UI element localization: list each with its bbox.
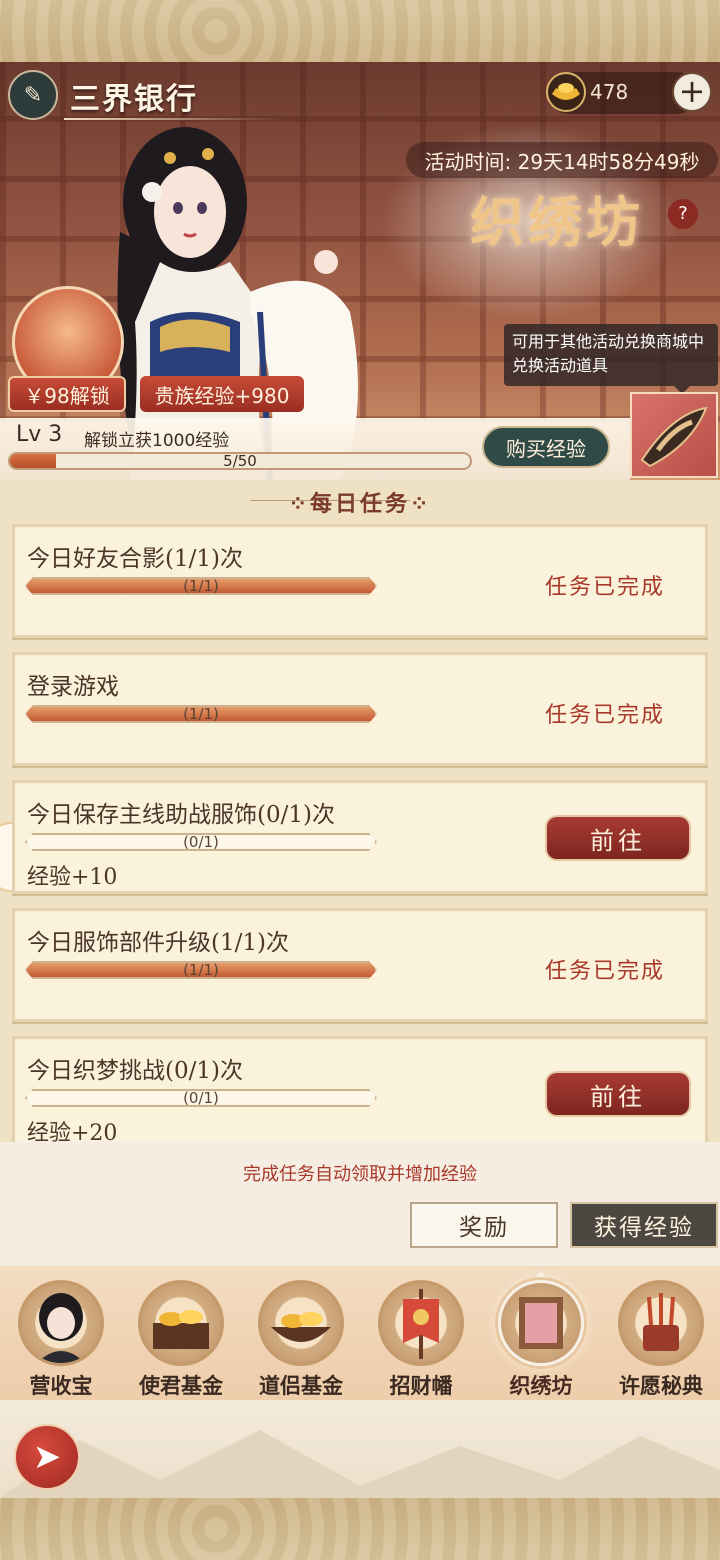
mountain-decor — [0, 1430, 720, 1498]
go-button[interactable]: 前往 — [545, 1071, 691, 1117]
task-title: 今日织梦挑战(0/1)次 — [27, 1058, 243, 1084]
nav-label: 招财幡 — [389, 1373, 453, 1398]
help-button[interactable]: ? — [668, 199, 698, 229]
currency-value: 478 — [590, 80, 629, 104]
go-button[interactable]: 前往 — [545, 815, 691, 861]
task-title: 今日保存主线助战服饰(0/1)次 — [27, 802, 335, 828]
bank-emblem-icon[interactable]: ✎ — [8, 70, 58, 120]
level-progress-text: 5/50 — [223, 452, 257, 470]
auto-claim-note: 完成任务自动领取并增加经验 — [243, 1164, 477, 1185]
back-button[interactable]: ➤ — [14, 1424, 80, 1490]
nav-item-partner-fund[interactable]: 道侣基金 — [246, 1280, 356, 1398]
nav-item-fortune-banner[interactable]: 招财幡 — [366, 1280, 476, 1398]
nav-item-envoy-fund[interactable]: 使君基金 — [126, 1280, 236, 1398]
task-reward: 经验+10 — [27, 865, 118, 890]
task-reward: 经验+20 — [27, 1121, 118, 1142]
task-progress-text: (0/1) — [183, 833, 219, 851]
nav-item-wish-book[interactable]: 许愿秘典 — [606, 1280, 716, 1398]
task-card: 今日织梦挑战(0/1)次 (0/1) 经验+20 前往 — [12, 1036, 708, 1142]
tab-rewards[interactable]: 奖励 — [410, 1202, 558, 1248]
task-card: 今日好友合影(1/1)次 (1/1) 任务已完成 — [12, 524, 708, 638]
task-status: 任务已完成 — [545, 959, 666, 984]
level-description: 解锁立获1000经验 — [84, 431, 230, 451]
task-status: 任务已完成 — [545, 703, 666, 728]
event-name: 织绣坊 — [470, 190, 644, 254]
item-tooltip: 可用于其他活动兑换商城中兑换活动道具 — [504, 324, 718, 394]
task-card: 登录游戏 (1/1) 任务已完成 — [12, 652, 708, 766]
nav-label: 道侣基金 — [259, 1373, 343, 1398]
nav-label: 织绣坊 — [509, 1373, 573, 1398]
bottom-decor-band — [0, 1498, 720, 1560]
event-banner: ✎ 三界银行 478 + 活动时间: 29天14时58分49秒 织绣坊 ? ￥9… — [0, 62, 720, 480]
gold-chest-icon — [138, 1280, 224, 1366]
task-title: 今日好友合影(1/1)次 — [27, 546, 243, 572]
task-progress-text: (1/1) — [183, 961, 219, 979]
nav-item-revenue[interactable]: 营收宝 — [6, 1280, 116, 1398]
active-nav-indicator — [533, 1264, 549, 1280]
add-currency-button[interactable]: + — [672, 72, 712, 112]
gold-ingot-icon — [546, 72, 586, 112]
task-card: 今日服饰部件升级(1/1)次 (1/1) 任务已完成 — [12, 908, 708, 1022]
task-progress-text: (1/1) — [183, 577, 219, 595]
task-status: 任务已完成 — [545, 575, 666, 600]
noble-exp-badge: 贵族经验+980 — [140, 376, 304, 412]
unlock-button[interactable]: ￥98解锁 — [8, 376, 126, 412]
nav-label: 许愿秘典 — [619, 1373, 703, 1398]
task-title: 今日服饰部件升级(1/1)次 — [27, 930, 289, 956]
daily-tasks-title: ⁘每日任务⁘ — [288, 491, 432, 517]
buy-exp-button[interactable]: 购买经验 — [482, 426, 610, 468]
nav-label: 使君基金 — [139, 1373, 223, 1398]
nav-label: 营收宝 — [29, 1373, 93, 1398]
level-label: Lv 3 — [16, 422, 63, 447]
title-underline — [64, 118, 284, 120]
shuttle-item-icon — [640, 406, 708, 468]
task-progress-text: (1/1) — [183, 705, 219, 723]
task-card: 今日保存主线助战服饰(0/1)次 (0/1) 经验+10 前往 — [12, 780, 708, 894]
incense-pot-icon — [618, 1280, 704, 1366]
banner-flag-icon — [378, 1280, 464, 1366]
task-title: 登录游戏 — [27, 674, 119, 700]
embroidery-frame-icon — [498, 1280, 584, 1366]
portrait-icon — [18, 1280, 104, 1366]
page-title: 三界银行 — [70, 82, 198, 117]
event-item-slot[interactable] — [630, 392, 718, 478]
top-decor-band — [0, 0, 720, 62]
tab-get-exp[interactable]: 获得经验 — [570, 1202, 718, 1248]
nav-item-embroidery[interactable]: 织绣坊 — [486, 1280, 596, 1398]
task-list: 今日好友合影(1/1)次 (1/1) 任务已完成 登录游戏 (1/1) 任务已完… — [0, 520, 720, 1142]
task-progress-text: (0/1) — [183, 1089, 219, 1107]
event-timer: 活动时间: 29天14时58分49秒 — [406, 142, 718, 178]
gold-bowl-icon — [258, 1280, 344, 1366]
